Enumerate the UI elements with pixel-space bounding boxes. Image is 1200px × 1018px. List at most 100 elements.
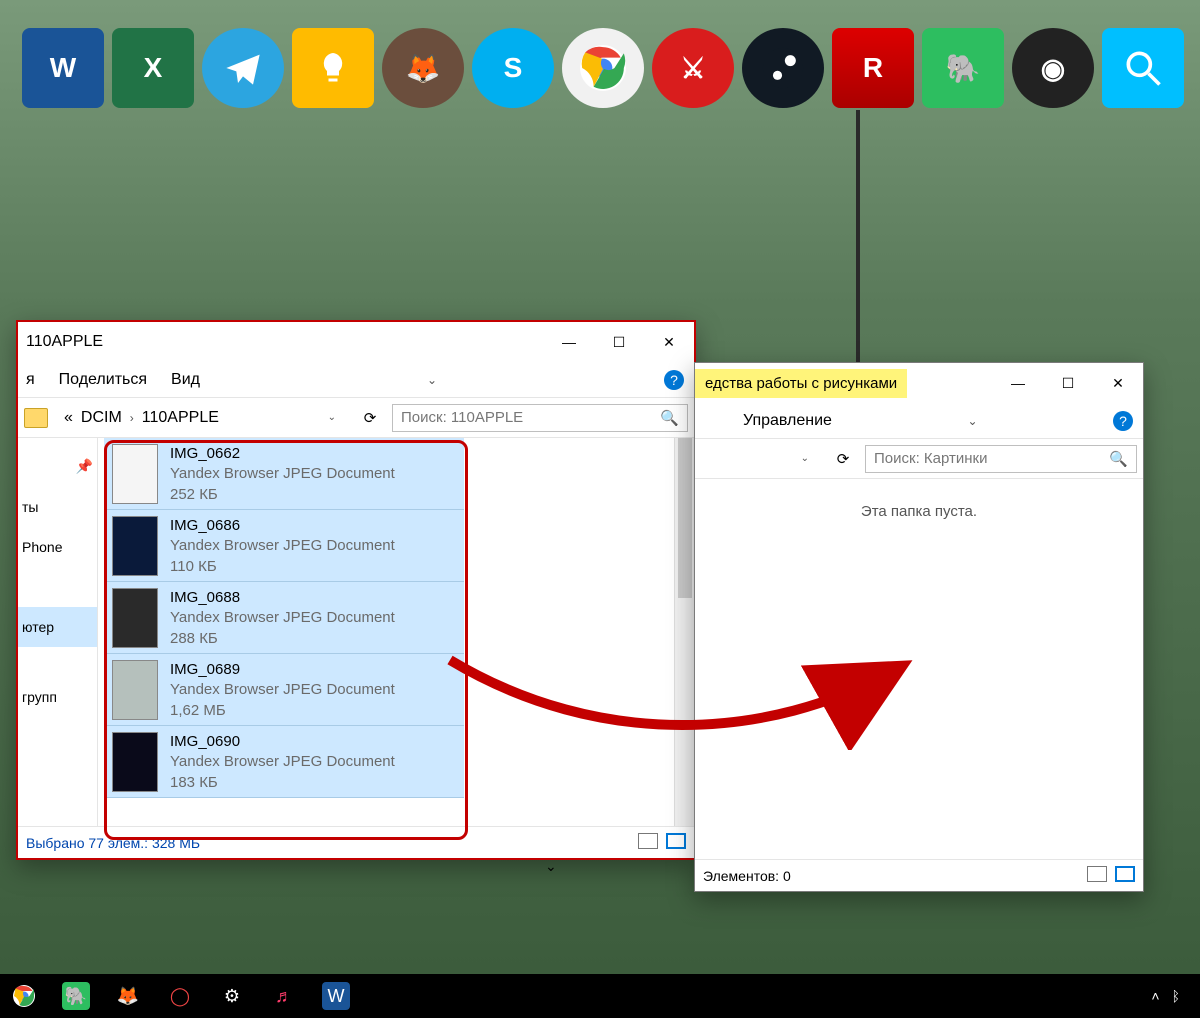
chevron-down-icon[interactable]: ⌄ xyxy=(545,858,557,875)
delphi-icon[interactable]: ⚔ xyxy=(652,28,734,108)
rocketdock-icon[interactable]: R xyxy=(832,28,914,108)
steam-icon[interactable] xyxy=(742,28,824,108)
sidebar-item[interactable]: ты xyxy=(18,487,97,527)
view-mode-switch[interactable] xyxy=(1083,866,1135,885)
view-mode-switch[interactable] xyxy=(634,833,686,852)
top-dock: W X 🦊 S ⚔ R 🐘 ◉ xyxy=(0,28,1200,108)
status-bar: Выбрано 77 элем.: 328 МБ xyxy=(18,826,694,858)
taskbar-gimp-icon[interactable]: 🦊 xyxy=(114,982,142,1010)
folder-icon[interactable] xyxy=(24,408,48,428)
sidebar-item[interactable]: групп xyxy=(18,677,97,717)
taskbar-opera-icon[interactable]: ◯ xyxy=(166,982,194,1010)
help-icon[interactable]: ? xyxy=(1113,411,1133,431)
context-tab-pictures[interactable]: едства работы с рисунками xyxy=(695,369,907,398)
sidebar-item[interactable]: Phone xyxy=(18,527,97,567)
breadcrumb-segment[interactable]: 110APPLE xyxy=(142,409,219,427)
file-name: IMG_0689 xyxy=(170,660,456,680)
close-button[interactable]: ✕ xyxy=(1093,363,1143,403)
window-title: 110APPLE xyxy=(26,333,103,351)
thumbnail-view-icon[interactable] xyxy=(666,833,686,849)
word-icon[interactable]: W xyxy=(22,28,104,108)
file-name: IMG_0662 xyxy=(170,444,456,464)
telegram-icon[interactable] xyxy=(202,28,284,108)
evernote-icon[interactable]: 🐘 xyxy=(922,28,1004,108)
file-type: Yandex Browser JPEG Document xyxy=(170,464,456,484)
address-dropdown-icon[interactable]: ⌄ xyxy=(322,412,342,423)
sidebar-item[interactable]: ютер xyxy=(18,607,97,647)
file-size: 1,62 МБ xyxy=(170,701,456,721)
ribbon-tab-view[interactable]: Вид xyxy=(171,371,200,389)
maximize-button[interactable]: ☐ xyxy=(594,322,644,362)
ribbon-tab-home[interactable]: я xyxy=(26,371,35,389)
address-dropdown-icon[interactable]: ⌄ xyxy=(795,453,815,464)
file-type: Yandex Browser JPEG Document xyxy=(170,536,456,556)
window-titlebar[interactable]: 110APPLE ― ☐ ✕ xyxy=(18,322,694,362)
keep-icon[interactable] xyxy=(292,28,374,108)
nav-sidebar[interactable]: 📌 ты Phone ютер групп xyxy=(18,438,98,826)
search-input[interactable]: Поиск: 110APPLE 🔍 xyxy=(392,404,688,432)
excel-icon[interactable]: X xyxy=(112,28,194,108)
magnify-app-icon[interactable] xyxy=(1102,28,1184,108)
search-input[interactable]: Поиск: Картинки 🔍 xyxy=(865,445,1137,473)
file-name: IMG_0690 xyxy=(170,732,456,752)
skype-icon[interactable]: S xyxy=(472,28,554,108)
ribbon-tab-share[interactable]: Поделиться xyxy=(59,371,147,389)
window-body[interactable]: Эта папка пуста. xyxy=(695,479,1143,859)
ribbon-expand-icon[interactable]: ⌄ xyxy=(967,414,977,428)
details-view-icon[interactable] xyxy=(638,833,658,849)
refresh-button[interactable]: ⟳ xyxy=(831,450,855,468)
taskbar-evernote-icon[interactable]: 🐘 xyxy=(62,982,90,1010)
file-item[interactable]: IMG_0686 Yandex Browser JPEG Document 11… xyxy=(104,510,464,582)
file-size: 110 КБ xyxy=(170,557,456,577)
thumbnail-view-icon[interactable] xyxy=(1115,866,1135,882)
file-item[interactable]: IMG_0690 Yandex Browser JPEG Document 18… xyxy=(104,726,464,798)
gimp-icon[interactable]: 🦊 xyxy=(382,28,464,108)
file-type: Yandex Browser JPEG Document xyxy=(170,680,456,700)
status-bar: Элементов: 0 xyxy=(695,859,1143,891)
file-thumbnail xyxy=(112,444,158,504)
taskbar-chrome-icon[interactable] xyxy=(10,982,38,1010)
file-thumbnail xyxy=(112,588,158,648)
obs-icon[interactable]: ◉ xyxy=(1012,28,1094,108)
file-name: IMG_0686 xyxy=(170,516,456,536)
file-thumbnail xyxy=(112,732,158,792)
refresh-button[interactable]: ⟳ xyxy=(358,409,382,427)
file-thumbnail xyxy=(112,660,158,720)
details-view-icon[interactable] xyxy=(1087,866,1107,882)
tray-chevron-up-icon[interactable]: ˄ xyxy=(1151,988,1159,1004)
explorer-window-source[interactable]: 110APPLE ― ☐ ✕ я Поделиться Вид ⌄ ? « DC… xyxy=(16,320,696,860)
ribbon-tab-manage[interactable]: Управление xyxy=(743,412,832,430)
tray-bluetooth-icon[interactable]: ᛒ xyxy=(1172,988,1180,1004)
breadcrumb-segment[interactable]: DCIM xyxy=(81,409,122,427)
file-item[interactable]: IMG_0662 Yandex Browser JPEG Document 25… xyxy=(104,438,464,510)
breadcrumb[interactable]: « DCIM › 110APPLE ⌄ xyxy=(58,405,348,431)
scrollbar[interactable] xyxy=(674,438,694,826)
file-list[interactable]: IMG_0662 Yandex Browser JPEG Document 25… xyxy=(104,438,464,826)
system-tray[interactable]: ˄ ᛒ xyxy=(1151,988,1200,1004)
taskbar-word-icon[interactable]: W xyxy=(322,982,350,1010)
chevron-right-icon: › xyxy=(130,411,134,425)
file-item[interactable]: IMG_0688 Yandex Browser JPEG Document 28… xyxy=(104,582,464,654)
status-text: Элементов: 0 xyxy=(703,868,791,884)
close-button[interactable]: ✕ xyxy=(644,322,694,362)
minimize-button[interactable]: ― xyxy=(544,322,594,362)
help-icon[interactable]: ? xyxy=(664,370,684,390)
window-titlebar[interactable]: едства работы с рисунками ― ☐ ✕ xyxy=(695,363,1143,403)
scrollbar-thumb[interactable] xyxy=(678,438,692,598)
minimize-button[interactable]: ― xyxy=(993,363,1043,403)
explorer-window-target[interactable]: едства работы с рисунками ― ☐ ✕ Управлен… xyxy=(694,362,1144,892)
ribbon-expand-icon[interactable]: ⌄ xyxy=(427,373,437,387)
window-ribbon: я Поделиться Вид ⌄ ? xyxy=(18,362,694,398)
taskbar[interactable]: 🐘 🦊 ◯ ⚙ ♬ W ˄ ᛒ xyxy=(0,974,1200,1018)
file-size: 288 КБ xyxy=(170,629,456,649)
search-icon: 🔍 xyxy=(660,409,679,427)
maximize-button[interactable]: ☐ xyxy=(1043,363,1093,403)
taskbar-itunes-icon[interactable]: ♬ xyxy=(270,982,298,1010)
address-bar-row: ⌄ ⟳ Поиск: Картинки 🔍 xyxy=(695,439,1143,479)
window-body: 📌 ты Phone ютер групп IMG_0662 Yandex Br… xyxy=(18,438,694,826)
taskbar-settings-icon[interactable]: ⚙ xyxy=(218,982,246,1010)
breadcrumb[interactable]: ⌄ xyxy=(701,449,821,468)
chrome-icon[interactable] xyxy=(562,28,644,108)
file-item[interactable]: IMG_0689 Yandex Browser JPEG Document 1,… xyxy=(104,654,464,726)
file-thumbnail xyxy=(112,516,158,576)
